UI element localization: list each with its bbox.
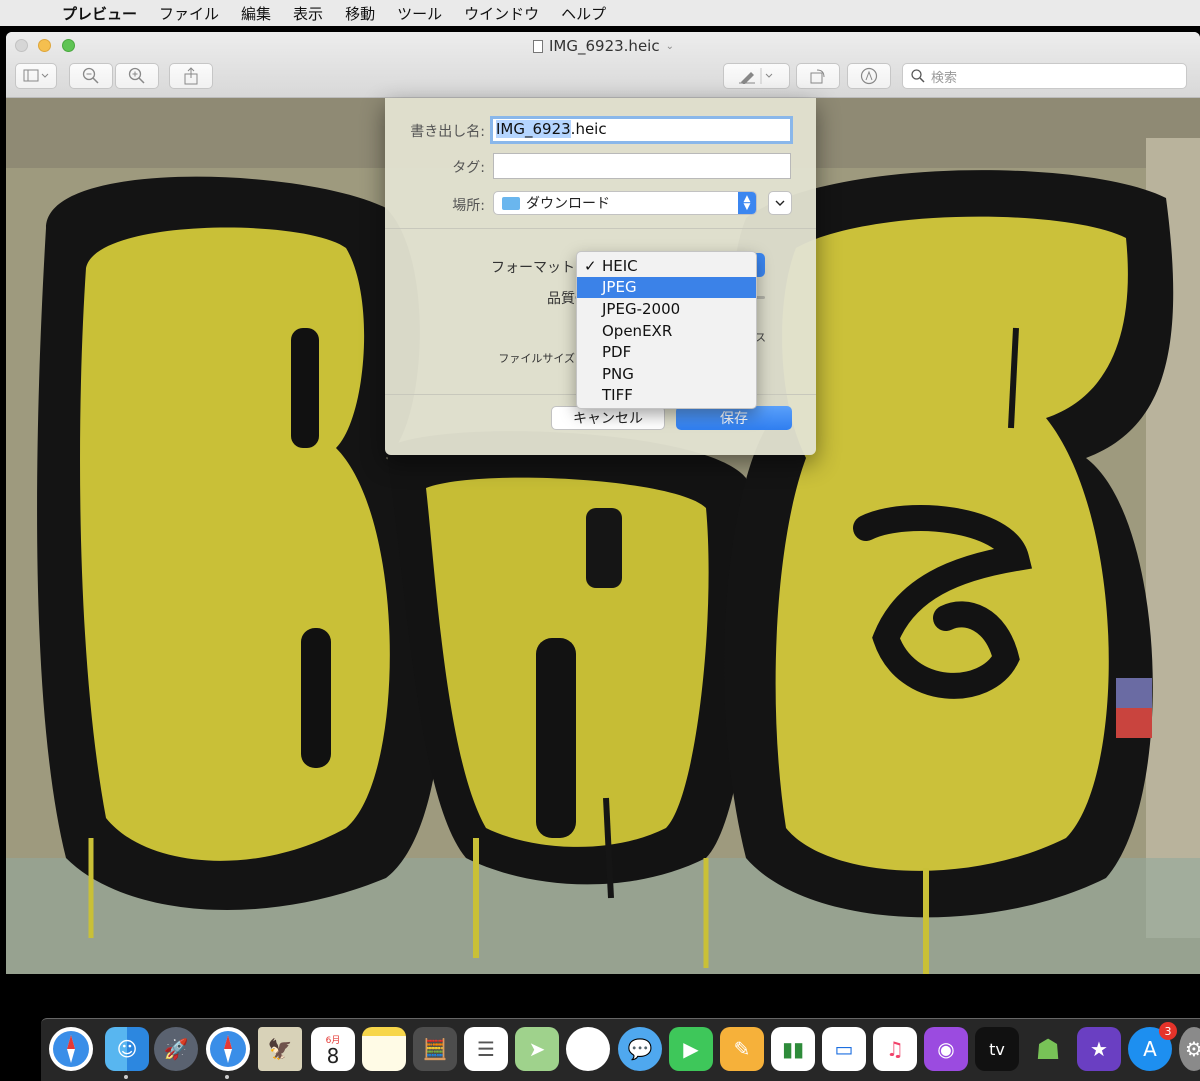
format-option-png[interactable]: PNG [577, 363, 756, 385]
zoom-out-icon [82, 67, 99, 84]
window-title-text: IMG_6923.heic [549, 37, 660, 55]
filesize-label: ファイルサイズ [498, 352, 575, 365]
menu-view[interactable]: 表示 [293, 3, 323, 24]
export-name-ext: .heic [570, 120, 607, 138]
location-value: ダウンロード [526, 196, 610, 212]
menu-edit[interactable]: 編集 [241, 3, 271, 24]
format-label: フォーマット [491, 260, 575, 276]
pen-icon [738, 68, 772, 84]
safari-icon[interactable] [206, 1027, 250, 1071]
calendar-day: 8 [326, 1043, 340, 1068]
format-option-jpeg[interactable]: JPEG [577, 276, 756, 299]
messages-icon[interactable]: 💬 [618, 1027, 662, 1071]
sidebar-icon [23, 69, 49, 82]
chevron-down-icon: ⌄ [665, 40, 674, 52]
finder-icon[interactable]: ☺ [105, 1027, 149, 1071]
android-icon[interactable]: ☗ [1026, 1027, 1070, 1071]
rotate-icon [810, 69, 825, 84]
expand-button[interactable] [768, 191, 792, 215]
appstore-badge: 3 [1159, 1022, 1177, 1040]
window-title[interactable]: IMG_6923.heic ⌄ [533, 37, 674, 55]
numbers-icon[interactable]: ▮▮ [771, 1027, 815, 1071]
menu-window[interactable]: ウインドウ [464, 3, 539, 24]
markup-circle-icon [860, 67, 878, 85]
markup-button[interactable] [723, 63, 790, 89]
zoom-in-button[interactable] [115, 63, 159, 89]
quality-label: 品質 [547, 291, 575, 307]
search-field[interactable]: 検索 [902, 63, 1187, 89]
pages-icon[interactable]: ✎ [720, 1027, 764, 1071]
format-option-pdf[interactable]: PDF [577, 341, 756, 363]
calculator-icon[interactable]: 🧮 [413, 1027, 457, 1071]
save-button[interactable]: 保存 [676, 406, 792, 430]
format-option-label: OpenEXR [602, 321, 673, 340]
menu-bar: プレビュー ファイル 編集 表示 移動 ツール ウインドウ ヘルプ [0, 0, 1200, 26]
podcasts-icon[interactable]: ◉ [924, 1027, 968, 1071]
format-option-tiff[interactable]: TIFF [577, 385, 756, 407]
menu-file[interactable]: ファイル [159, 3, 219, 24]
export-name-selected: IMG_6923 [496, 120, 571, 138]
imovie-icon[interactable]: ★ [1077, 1027, 1121, 1071]
running-indicator [124, 1075, 128, 1079]
rotate-button[interactable] [796, 63, 840, 89]
format-option-label: PDF [602, 343, 632, 362]
search-placeholder: 検索 [931, 70, 958, 86]
export-name-field[interactable]: IMG_6923.heic [490, 116, 793, 144]
system-preferences-icon[interactable]: ⚙ [1179, 1027, 1200, 1071]
search-icon [911, 69, 925, 83]
location-label: 場所: [452, 198, 485, 214]
reminders-icon[interactable]: ☰ [464, 1027, 508, 1071]
menu-go[interactable]: 移動 [345, 3, 375, 24]
format-option-label: JPEG [602, 278, 637, 297]
format-option-label: PNG [602, 364, 634, 383]
menu-app-preview[interactable]: プレビュー [62, 3, 137, 24]
dock: ☺ 🚀 🦅 6月 8 🧮 ☰ ➤ ✿ 💬 ▶ ✎ ▮▮ ▭ ♫ ◉ tv ☗ ★… [41, 1018, 1200, 1081]
facetime-icon[interactable]: ▶ [669, 1027, 713, 1071]
menu-tools[interactable]: ツール [397, 3, 442, 24]
format-option-label: TIFF [602, 386, 633, 405]
photos-icon[interactable]: ✿ [566, 1027, 610, 1071]
sidebar-toggle-button[interactable] [15, 63, 57, 89]
menu-help[interactable]: ヘルプ [561, 3, 606, 24]
share-icon [184, 67, 198, 85]
checkmark-icon: ✓ [584, 256, 597, 275]
document-icon [533, 39, 543, 53]
zoom-out-button[interactable] [69, 63, 113, 89]
minimize-button[interactable] [38, 39, 51, 52]
location-popup[interactable]: ダウンロード ▲ ▼ [493, 191, 757, 215]
format-option-label: HEIC [602, 256, 638, 275]
keynote-icon[interactable]: ▭ [822, 1027, 866, 1071]
format-option-jpeg2000[interactable]: JPEG-2000 [577, 298, 756, 320]
appletv-icon[interactable]: tv [975, 1027, 1019, 1071]
close-button[interactable] [15, 39, 28, 52]
annotate-button[interactable] [847, 63, 891, 89]
chevron-down-icon [775, 200, 785, 206]
tag-label: タグ: [452, 160, 485, 176]
export-name-label: 書き出し名: [410, 124, 485, 140]
launchpad-icon[interactable]: 🚀 [154, 1027, 198, 1071]
cancel-button[interactable]: キャンセル [551, 406, 665, 430]
stepper-arrows-icon: ▲ ▼ [738, 192, 756, 214]
mail-stamp-icon[interactable]: 🦅 [258, 1027, 302, 1071]
zoom-button[interactable] [62, 39, 75, 52]
maps-icon[interactable]: ➤ [515, 1027, 559, 1071]
music-icon[interactable]: ♫ [873, 1027, 917, 1071]
format-option-label: JPEG-2000 [602, 299, 681, 318]
appletv-label: tv [989, 1039, 1005, 1059]
divider [385, 228, 816, 229]
zoom-in-icon [128, 67, 145, 84]
title-bar: IMG_6923.heic ⌄ 検索 [6, 32, 1200, 98]
running-indicator [225, 1075, 229, 1079]
format-dropdown-menu: ✓ HEIC JPEG JPEG-2000 OpenEXR PDF PNG TI… [576, 251, 757, 409]
notes-icon[interactable] [362, 1027, 406, 1071]
tag-field[interactable] [493, 153, 791, 179]
share-button[interactable] [169, 63, 213, 89]
format-option-openexr[interactable]: OpenEXR [577, 320, 756, 342]
safari-download-icon[interactable] [49, 1027, 93, 1071]
format-option-heic[interactable]: ✓ HEIC [577, 255, 756, 277]
folder-icon [502, 196, 520, 210]
calendar-icon[interactable]: 6月 8 [311, 1027, 355, 1071]
